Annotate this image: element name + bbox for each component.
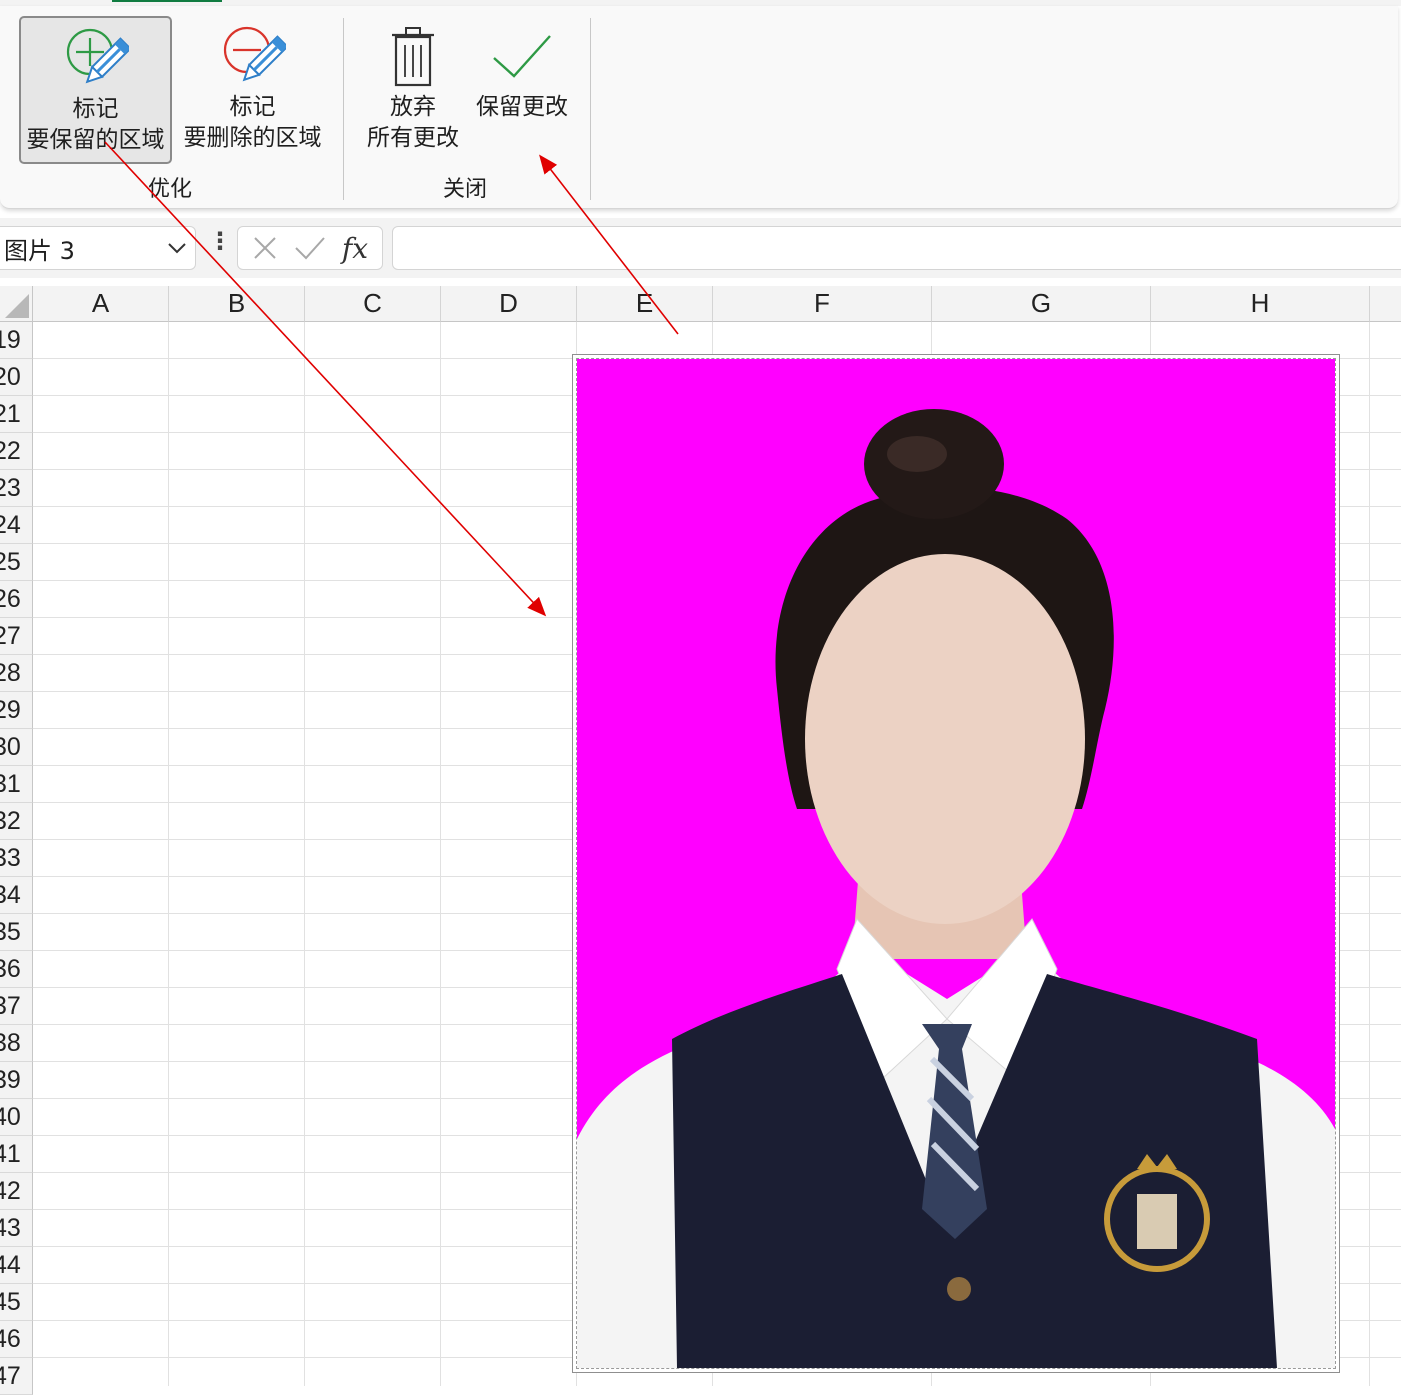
row-header-30[interactable]: 30 bbox=[0, 729, 33, 766]
row-header-40[interactable]: 40 bbox=[0, 1099, 33, 1136]
more-options-icon[interactable]: ⋮ bbox=[208, 229, 232, 253]
name-box-value: 图片 3 bbox=[4, 236, 75, 265]
group-label-refine: 优化 bbox=[148, 177, 193, 202]
chevron-down-icon[interactable] bbox=[167, 241, 187, 255]
row-header-47[interactable]: 47 bbox=[0, 1358, 33, 1395]
row-header-32[interactable]: 32 bbox=[0, 803, 33, 840]
row-header-25[interactable]: 25 bbox=[0, 544, 33, 581]
mark-keep-icon bbox=[63, 24, 129, 94]
column-header-g[interactable]: G bbox=[932, 286, 1151, 322]
row-header-42[interactable]: 42 bbox=[0, 1173, 33, 1210]
trash-icon bbox=[388, 22, 438, 92]
row-header-34[interactable]: 34 bbox=[0, 877, 33, 914]
row-header-45[interactable]: 45 bbox=[0, 1284, 33, 1321]
column-header-partial[interactable] bbox=[1370, 286, 1401, 322]
enter-icon[interactable] bbox=[294, 235, 326, 261]
discard-changes-button[interactable]: 放弃 所有更改 bbox=[356, 16, 470, 164]
row-header-19[interactable]: 19 bbox=[0, 322, 33, 359]
insert-function-icon[interactable]: fx bbox=[342, 232, 368, 265]
row-header-24[interactable]: 24 bbox=[0, 507, 33, 544]
mark-keep-button[interactable]: 标记 要保留的区域 bbox=[19, 16, 172, 164]
keep-changes-label: 保留更改 bbox=[476, 94, 568, 120]
mark-remove-label-line1: 标记 bbox=[229, 94, 276, 120]
select-all-corner[interactable] bbox=[0, 286, 33, 322]
row-header-21[interactable]: 21 bbox=[0, 396, 33, 433]
column-header-d[interactable]: D bbox=[441, 286, 577, 322]
row-header-31[interactable]: 31 bbox=[0, 766, 33, 803]
group-separator bbox=[590, 18, 591, 200]
formula-input[interactable] bbox=[392, 226, 1401, 270]
row-header-33[interactable]: 33 bbox=[0, 840, 33, 877]
ribbon: 标记 要保留的区域 标记 要删除的区域 优化 放弃 所有更改 保留更改 关闭 bbox=[0, 6, 1398, 209]
formula-bar: 图片 3 ⋮ fx bbox=[0, 218, 1401, 278]
group-label-close: 关闭 bbox=[443, 177, 488, 202]
row-header-27[interactable]: 27 bbox=[0, 618, 33, 655]
row-header-46[interactable]: 46 bbox=[0, 1321, 33, 1358]
mark-keep-label-line1: 标记 bbox=[72, 96, 119, 122]
active-tab-indicator bbox=[112, 0, 222, 2]
id-photo[interactable] bbox=[576, 358, 1336, 1369]
cancel-icon[interactable] bbox=[252, 235, 278, 261]
discard-label-line2: 所有更改 bbox=[367, 125, 459, 151]
row-header-44[interactable]: 44 bbox=[0, 1247, 33, 1284]
name-box[interactable]: 图片 3 bbox=[0, 226, 196, 270]
row-header-37[interactable]: 37 bbox=[0, 988, 33, 1025]
row-header-23[interactable]: 23 bbox=[0, 470, 33, 507]
row-header-43[interactable]: 43 bbox=[0, 1210, 33, 1247]
discard-label-line1: 放弃 bbox=[390, 94, 436, 120]
group-separator bbox=[343, 18, 344, 200]
row-header-35[interactable]: 35 bbox=[0, 914, 33, 951]
row-header-29[interactable]: 29 bbox=[0, 692, 33, 729]
row-header-36[interactable]: 36 bbox=[0, 951, 33, 988]
picture-object[interactable] bbox=[572, 354, 1340, 1373]
mark-remove-icon bbox=[220, 22, 286, 92]
row-header-22[interactable]: 22 bbox=[0, 433, 33, 470]
mark-remove-label-line2: 要删除的区域 bbox=[183, 125, 322, 151]
mark-keep-label-line2: 要保留的区域 bbox=[26, 127, 165, 153]
row-header-28[interactable]: 28 bbox=[0, 655, 33, 692]
row-header-41[interactable]: 41 bbox=[0, 1136, 33, 1173]
column-header-b[interactable]: B bbox=[169, 286, 305, 322]
column-header-e[interactable]: E bbox=[577, 286, 713, 322]
row-header-20[interactable]: 20 bbox=[0, 359, 33, 396]
column-header-c[interactable]: C bbox=[305, 286, 441, 322]
row-header-38[interactable]: 38 bbox=[0, 1025, 33, 1062]
column-header-h[interactable]: H bbox=[1151, 286, 1370, 322]
column-header-f[interactable]: F bbox=[713, 286, 932, 322]
formula-buttons: fx bbox=[237, 226, 383, 270]
keep-changes-button[interactable]: 保留更改 bbox=[472, 16, 572, 164]
row-header-26[interactable]: 26 bbox=[0, 581, 33, 618]
column-header-a[interactable]: A bbox=[33, 286, 169, 322]
mark-remove-button[interactable]: 标记 要删除的区域 bbox=[176, 16, 329, 164]
row-header-39[interactable]: 39 bbox=[0, 1062, 33, 1099]
portrait-image bbox=[577, 359, 1335, 1368]
checkmark-icon bbox=[490, 22, 554, 92]
